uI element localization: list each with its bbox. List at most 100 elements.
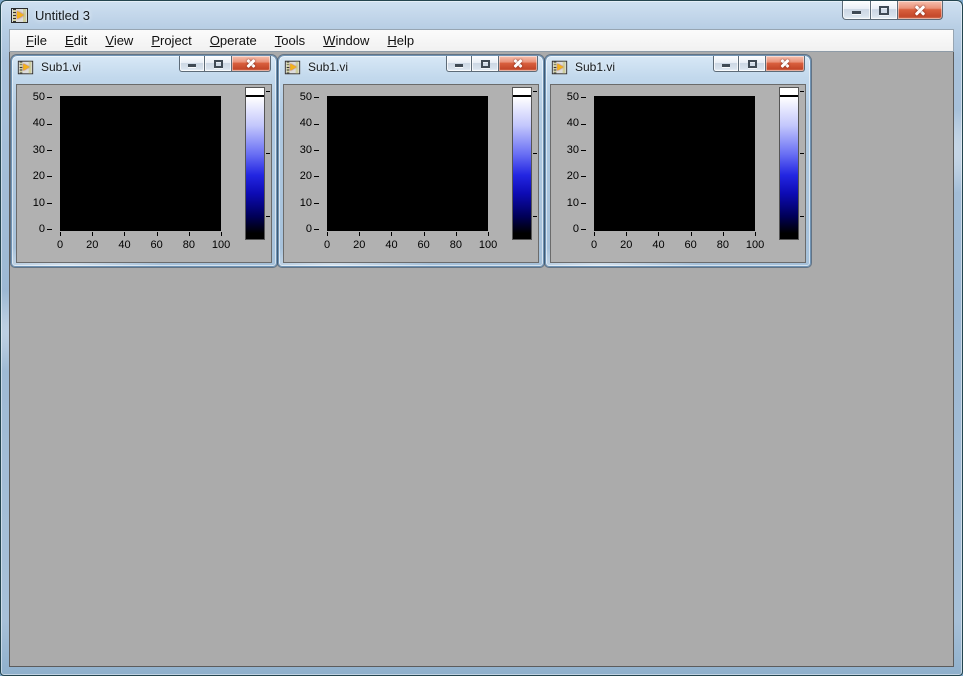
- minimize-button[interactable]: [842, 1, 871, 20]
- labview-vi-icon: [284, 60, 301, 74]
- y-tick-label: 20: [286, 163, 320, 189]
- x-tick-label: 20: [343, 232, 375, 251]
- menu-item[interactable]: File: [17, 31, 56, 50]
- y-tick-label: 40: [19, 110, 53, 136]
- color-ramp[interactable]: [779, 87, 799, 240]
- color-ramp-cap: [246, 88, 264, 97]
- y-tick-label: 10: [553, 190, 587, 216]
- subwindow-title: Sub1.vi: [308, 60, 349, 74]
- subwindow-title-bar[interactable]: Sub1.vi: [279, 56, 543, 78]
- y-tick-label: 10: [19, 190, 53, 216]
- maximize-icon: [480, 59, 490, 68]
- subwindow-maximize-button[interactable]: [472, 56, 499, 72]
- subwindow-minimize-button[interactable]: [713, 56, 739, 72]
- x-tick-label: 40: [375, 232, 407, 251]
- subwindow-minimize-button[interactable]: [446, 56, 472, 72]
- minimize-icon: [852, 11, 861, 14]
- main-window: Untitled 3 File Edit View Project Operate Too…: [0, 0, 963, 676]
- color-ramp-tick: [266, 216, 270, 217]
- close-icon: [915, 5, 926, 16]
- maximize-icon: [747, 59, 757, 68]
- menu-item[interactable]: Project: [142, 31, 200, 50]
- menu-item[interactable]: Operate: [201, 31, 266, 50]
- close-icon: [246, 58, 257, 69]
- caption-buttons: [842, 1, 943, 20]
- color-ramp-gradient: [246, 97, 264, 239]
- minimize-icon: [187, 64, 196, 67]
- maximize-icon: [879, 5, 889, 15]
- x-tick-label: 100: [472, 232, 504, 251]
- intensity-plot-area[interactable]: [594, 96, 755, 231]
- x-tick-label: 80: [440, 232, 472, 251]
- intensity-plot-area[interactable]: [327, 96, 488, 231]
- subwindow-caption-buttons: [446, 56, 538, 72]
- subwindow-caption-buttons: [179, 56, 271, 72]
- color-ramp[interactable]: [512, 87, 532, 240]
- x-axis-labels: 0 20 40 60 80 100: [578, 232, 771, 251]
- x-tick-label: 60: [141, 232, 173, 251]
- x-tick-label: 100: [205, 232, 237, 251]
- menu-item[interactable]: Window: [314, 31, 378, 50]
- x-tick-label: 20: [76, 232, 108, 251]
- subwindow[interactable]: Sub1.vi 50 40 30 20 10 0 0 20 40 60 80 100: [545, 55, 811, 267]
- menu-item[interactable]: Help: [378, 31, 423, 50]
- close-icon: [780, 58, 791, 69]
- y-tick-label: 50: [19, 84, 53, 110]
- y-axis-labels: 50 40 30 20 10 0: [286, 84, 320, 242]
- x-axis-labels: 0 20 40 60 80 100: [311, 232, 504, 251]
- maximize-button[interactable]: [871, 1, 898, 20]
- labview-vi-icon: [11, 7, 28, 23]
- subwindow-maximize-button[interactable]: [739, 56, 766, 72]
- subwindow-minimize-button[interactable]: [179, 56, 205, 72]
- subwindow-title-bar[interactable]: Sub1.vi: [12, 56, 276, 78]
- color-ramp-tick: [800, 153, 804, 154]
- color-ramp-tick: [533, 216, 537, 217]
- labview-vi-icon: [17, 60, 34, 74]
- intensity-plot-area[interactable]: [60, 96, 221, 231]
- subwindow[interactable]: Sub1.vi 50 40 30 20 10 0 0 20 40 60 80 100: [278, 55, 544, 267]
- color-ramp-gradient: [513, 97, 531, 239]
- x-axis-labels: 0 20 40 60 80 100: [44, 232, 237, 251]
- front-panel: 50 40 30 20 10 0 0 20 40 60 80 100: [550, 84, 806, 263]
- y-axis-labels: 50 40 30 20 10 0: [19, 84, 53, 242]
- menu-item[interactable]: Tools: [266, 31, 314, 50]
- color-ramp[interactable]: [245, 87, 265, 240]
- close-icon: [513, 58, 524, 69]
- subwindow-title: Sub1.vi: [575, 60, 616, 74]
- color-ramp-tick: [266, 91, 270, 92]
- close-button[interactable]: [898, 1, 943, 20]
- minimize-icon: [454, 64, 463, 67]
- x-tick-label: 60: [408, 232, 440, 251]
- subwindow-close-button[interactable]: [499, 56, 538, 72]
- subwindow-close-button[interactable]: [766, 56, 805, 72]
- menu-item[interactable]: Edit: [56, 31, 96, 50]
- y-tick-label: 30: [553, 137, 587, 163]
- mdi-client-area: Sub1.vi 50 40 30 20 10 0 0 20 40 60 80 100 Sub1.vi: [9, 52, 954, 667]
- y-axis-labels: 50 40 30 20 10 0: [553, 84, 587, 242]
- color-ramp-cap: [513, 88, 531, 97]
- y-tick-label: 20: [553, 163, 587, 189]
- y-tick-label: 20: [19, 163, 53, 189]
- subwindow-maximize-button[interactable]: [205, 56, 232, 72]
- x-tick-label: 40: [642, 232, 674, 251]
- subwindow-title-bar[interactable]: Sub1.vi: [546, 56, 810, 78]
- y-tick-label: 30: [19, 137, 53, 163]
- subwindow[interactable]: Sub1.vi 50 40 30 20 10 0 0 20 40 60 80 100: [11, 55, 277, 267]
- front-panel: 50 40 30 20 10 0 0 20 40 60 80 100: [16, 84, 272, 263]
- y-tick-label: 40: [286, 110, 320, 136]
- color-ramp-tick: [533, 91, 537, 92]
- color-ramp-tick: [266, 153, 270, 154]
- x-tick-label: 40: [108, 232, 140, 251]
- y-tick-label: 30: [286, 137, 320, 163]
- x-tick-label: 0: [578, 232, 610, 251]
- x-tick-label: 20: [610, 232, 642, 251]
- x-tick-label: 80: [173, 232, 205, 251]
- x-tick-label: 100: [739, 232, 771, 251]
- front-panel: 50 40 30 20 10 0 0 20 40 60 80 100: [283, 84, 539, 263]
- y-tick-label: 50: [286, 84, 320, 110]
- subwindow-close-button[interactable]: [232, 56, 271, 72]
- subwindow-title: Sub1.vi: [41, 60, 82, 74]
- title-bar[interactable]: Untitled 3: [9, 1, 954, 29]
- menu-item[interactable]: View: [96, 31, 142, 50]
- x-tick-label: 0: [311, 232, 343, 251]
